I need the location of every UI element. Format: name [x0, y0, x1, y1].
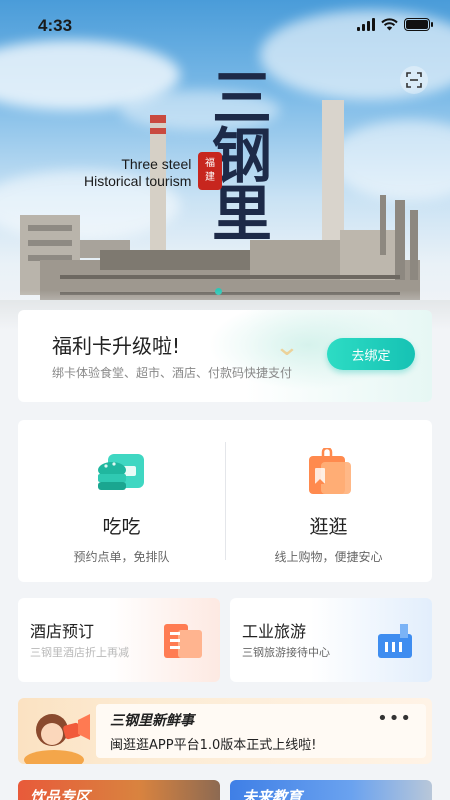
welfare-card-banner[interactable]: ⌄ 福利卡升级啦! 绑卡体验食堂、超市、酒店、付款码快捷支付 去绑定 — [18, 310, 432, 402]
fujian-seal: 福 建 — [198, 152, 222, 190]
service-shop-desc: 线上购物，便捷安心 — [274, 550, 383, 564]
hero-title-cn-char: 三 — [212, 64, 272, 134]
future-education-card[interactable]: 未来教育 — [230, 780, 432, 800]
factory-icon — [378, 624, 412, 658]
scan-button[interactable] — [400, 66, 428, 94]
service-eat-desc: 预约点单，免排队 — [73, 550, 170, 564]
hotel-title: 酒店预订 — [30, 622, 95, 641]
app-home-page: 4:33 Three steel Historical tourism 三 钢 … — [0, 0, 450, 800]
news-content: 三钢里新鲜事 闽逛逛APP平台1.0版本正式上线啦! ••• — [96, 704, 426, 758]
tourism-title: 工业旅游 — [242, 622, 307, 641]
service-shop[interactable]: 逛逛 线上购物，便捷安心 — [225, 420, 432, 582]
hotel-icon — [164, 624, 202, 658]
drinks-zone-card[interactable]: 饮品专区 — [18, 780, 220, 800]
hero-title-en-line2: Historical tourism — [84, 173, 192, 189]
service-shop-name: 逛逛 — [309, 516, 348, 538]
tourism-subtitle: 三钢旅游接待中心 — [242, 646, 330, 659]
hotel-subtitle: 三钢里酒店折上再减 — [30, 646, 129, 659]
hero-title-en: Three steel Historical tourism — [84, 156, 191, 190]
more-options-icon[interactable]: ••• — [377, 708, 412, 729]
shopping-bag-icon — [301, 446, 357, 498]
wifi-icon — [381, 18, 398, 31]
battery-icon — [404, 18, 433, 31]
megaphone-girl-illustration — [24, 714, 90, 764]
welfare-subtitle: 绑卡体验食堂、超市、酒店、付款码快捷支付 — [52, 366, 293, 380]
chevron-down-icon: ⌄ — [273, 332, 300, 362]
news-title: 三钢里新鲜事 — [110, 713, 194, 729]
services-card: 吃吃 预约点单，免排队 逛逛 线上购物，便捷安心 — [18, 420, 432, 582]
welfare-title: 福利卡升级啦! — [52, 334, 181, 358]
food-icon — [94, 448, 150, 498]
hero-title-en-line1: Three steel — [121, 156, 192, 172]
hero-banner: 4:33 Three steel Historical tourism 三 钢 … — [0, 0, 450, 330]
scan-icon — [406, 72, 422, 88]
service-eat-name: 吃吃 — [102, 516, 141, 538]
seal-char: 建 — [205, 172, 215, 183]
bind-card-button[interactable]: 去绑定 — [327, 338, 415, 370]
news-banner[interactable]: 三钢里新鲜事 闽逛逛APP平台1.0版本正式上线啦! ••• — [18, 698, 432, 764]
status-icons — [357, 18, 433, 31]
status-time: 4:33 — [38, 16, 73, 35]
service-eat[interactable]: 吃吃 预约点单，免排队 — [18, 420, 225, 582]
news-body: 闽逛逛APP平台1.0版本正式上线啦! — [110, 738, 317, 753]
hotel-booking-tile[interactable]: 酒店预订 三钢里酒店折上再减 — [18, 598, 220, 682]
industrial-tourism-tile[interactable]: 工业旅游 三钢旅游接待中心 — [230, 598, 432, 682]
future-education-title: 未来教育 — [242, 788, 303, 800]
cellular-signal-icon — [357, 18, 375, 31]
hero-title-cn-char: 里 — [212, 180, 272, 250]
status-bar: 4:33 — [0, 0, 450, 50]
seal-char: 福 — [205, 158, 215, 169]
drinks-zone-title: 饮品专区 — [30, 788, 91, 800]
